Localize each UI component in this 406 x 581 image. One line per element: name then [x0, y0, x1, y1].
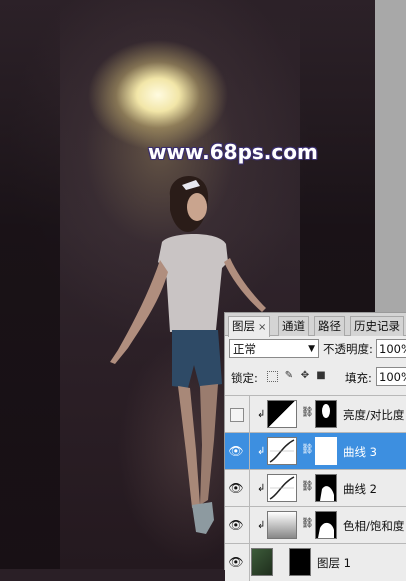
tab-channels[interactable]: 通道 — [278, 316, 309, 336]
lock-fill-row: 锁定: ✎ ✥ ■ 填充: 100% — [227, 367, 406, 389]
blend-mode-value: 正常 — [233, 342, 256, 356]
layer-divider — [249, 507, 250, 544]
curves-icon — [267, 437, 297, 465]
layer-row-curves-2[interactable]: 👁 ↲ ⛓ 曲线 2 — [225, 469, 406, 507]
tab-layers-label: 图层 — [232, 319, 255, 333]
tab-layers[interactable]: 图层 × — [228, 316, 271, 337]
layer-row-hue-saturation[interactable]: 👁 ↲ ⛓ 色相/饱和度 — [225, 506, 406, 544]
layer-name[interactable]: 曲线 3 — [343, 444, 377, 460]
layer-mask-thumbnail — [315, 400, 337, 428]
girl-shorts — [172, 330, 222, 388]
fill-label: 填充: — [345, 371, 372, 385]
lock-paint-icon[interactable]: ✎ — [283, 370, 295, 382]
girl-face — [187, 193, 207, 221]
eye-icon[interactable]: 👁 — [228, 480, 244, 496]
girl-arm-left — [110, 260, 168, 364]
chain-link-icon: ⛓ — [301, 518, 314, 529]
opacity-label: 不透明度: — [323, 342, 373, 356]
visibility-toggle-off[interactable] — [230, 408, 244, 422]
chain-link-icon: ⛓ — [301, 407, 314, 418]
layer-name[interactable]: 曲线 2 — [343, 481, 377, 497]
watermark-text: www.68ps.com — [148, 140, 318, 164]
layers-panel: 图层× 通道 路径 历史记录 正常 ▼ 不透明度: 100% 锁定: ✎ ✥ ■… — [224, 312, 406, 581]
layer-row-curves-3[interactable]: 👁 ↲ ⛓ 曲线 3 — [225, 432, 406, 470]
girl-leg-left — [178, 386, 200, 508]
blend-mode-select[interactable]: 正常 ▼ — [229, 339, 319, 358]
lock-all-icon[interactable]: ■ — [315, 370, 327, 382]
layer-mask-thumbnail — [315, 474, 337, 502]
layer-mask-thumbnail — [289, 548, 311, 576]
lock-transparency-icon[interactable] — [267, 371, 278, 382]
curves-icon — [267, 474, 297, 502]
fill-input[interactable]: 100% — [376, 367, 406, 386]
brightness-contrast-icon — [267, 400, 297, 428]
chain-link-icon: ⛓ — [301, 481, 314, 492]
eye-icon[interactable]: 👁 — [228, 517, 244, 533]
clipping-arrow-icon: ↲ — [257, 446, 266, 457]
hue-saturation-icon — [267, 511, 297, 539]
eye-icon[interactable]: 👁 — [228, 554, 244, 570]
layer-name[interactable]: 色相/饱和度 — [343, 518, 404, 534]
girl-shoe — [192, 502, 214, 534]
layer-mask-thumbnail — [315, 437, 337, 465]
layer-row-layer-1[interactable]: 👁 图层 1 — [225, 543, 406, 581]
lock-label: 锁定: — [231, 371, 258, 385]
chain-link-icon: ⛓ — [301, 444, 314, 455]
tab-history[interactable]: 历史记录 — [350, 316, 404, 336]
layer-row-brightness-contrast[interactable]: ↲ ⛓ 亮度/对比度 — [225, 395, 406, 433]
layer-mask-thumbnail — [315, 511, 337, 539]
layer-divider — [249, 544, 250, 581]
image-thumbnail — [251, 548, 273, 576]
girl-arm-right — [224, 258, 266, 312]
opacity-input[interactable]: 100% — [376, 339, 406, 358]
clipping-arrow-icon: ↲ — [257, 520, 266, 531]
eye-icon[interactable]: 👁 — [228, 443, 244, 459]
chevron-down-icon: ▼ — [308, 344, 315, 354]
girl-top — [158, 234, 228, 332]
lock-move-icon[interactable]: ✥ — [299, 370, 311, 382]
tab-paths[interactable]: 路径 — [314, 316, 345, 336]
clipping-arrow-icon: ↲ — [257, 483, 266, 494]
layer-divider — [249, 433, 250, 470]
close-icon[interactable]: × — [258, 322, 266, 333]
clipping-arrow-icon: ↲ — [257, 409, 266, 420]
layer-divider — [249, 470, 250, 507]
layer-name[interactable]: 亮度/对比度 — [343, 407, 404, 423]
blend-opacity-row: 正常 ▼ 不透明度: 100% — [227, 339, 406, 361]
layer-divider — [249, 396, 250, 433]
girl-leg-right — [200, 384, 218, 505]
panel-tab-bar: 图层 × 通道 路径 历史记录 — [225, 313, 406, 337]
